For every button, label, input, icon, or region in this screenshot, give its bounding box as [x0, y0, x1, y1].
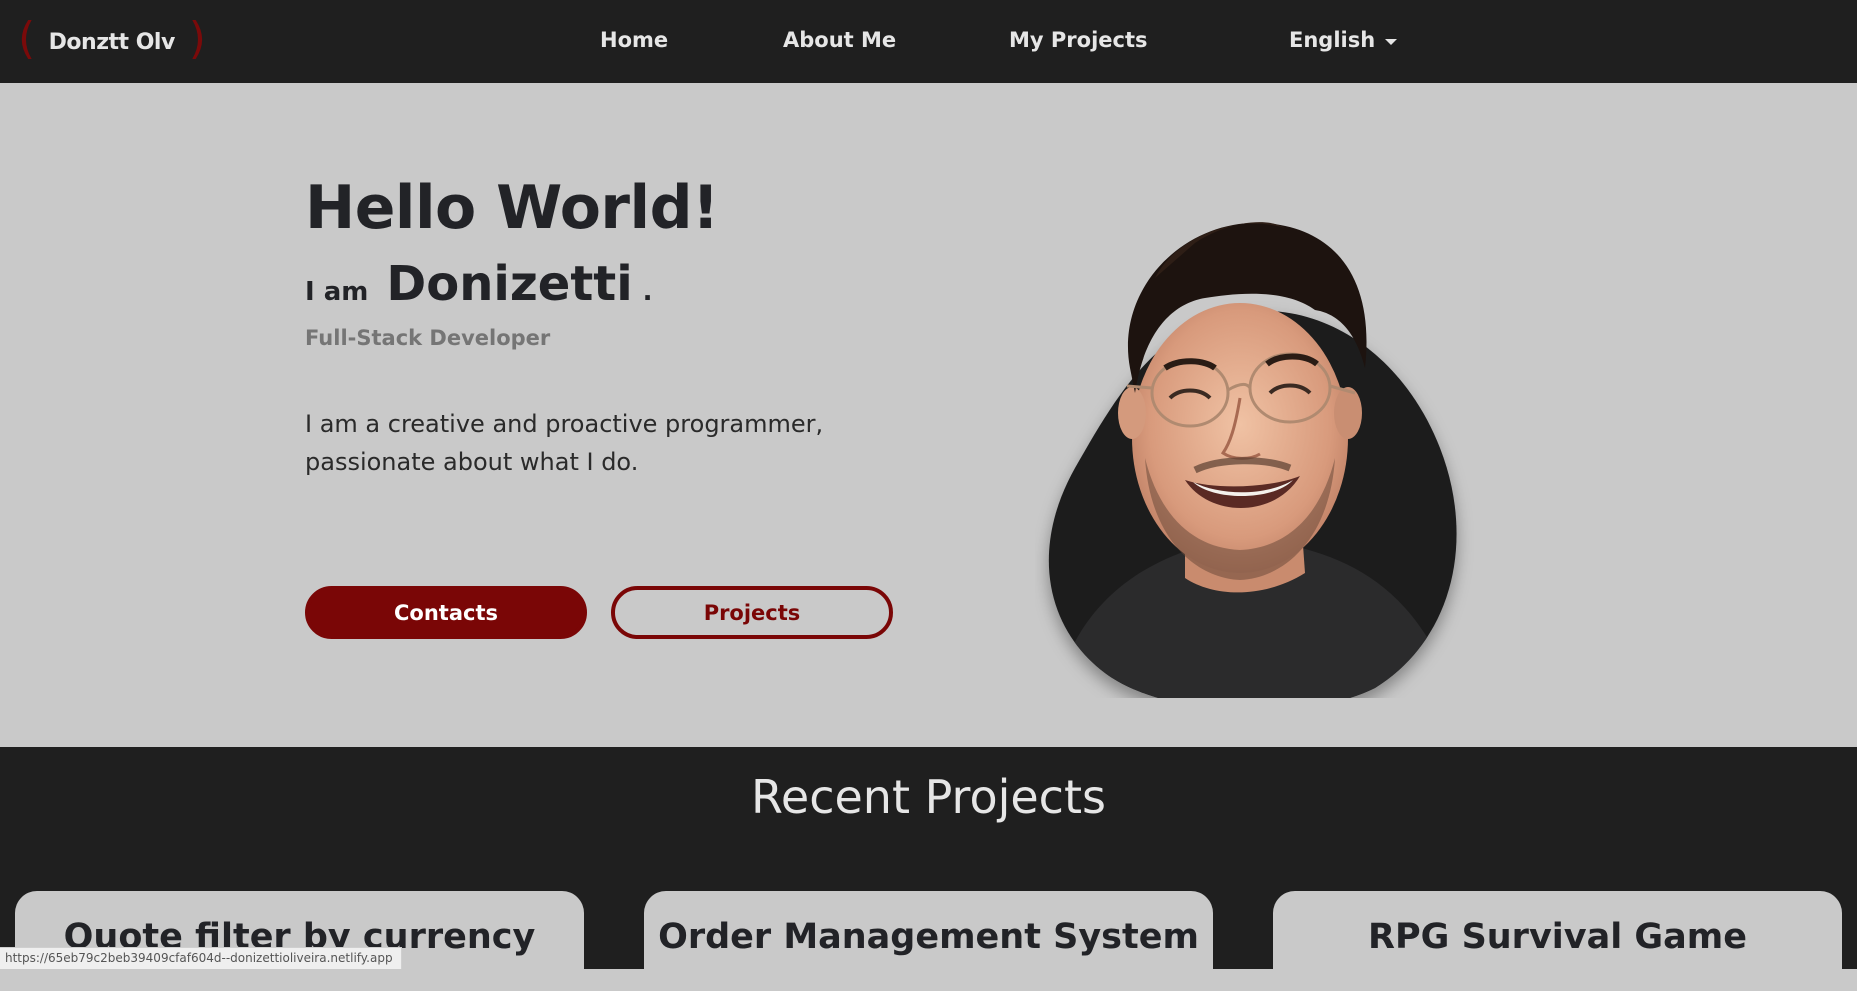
hero-bio-line1: I am a creative and proactive programmer… — [305, 410, 824, 438]
hero-intro: I am Donizetti . — [305, 256, 653, 312]
hero-role: Full-Stack Developer — [305, 326, 551, 350]
brand-name: Donztt Olv — [48, 29, 176, 55]
hero-dot: . — [642, 277, 653, 307]
bracket-right-icon: ) — [188, 13, 206, 64]
caret-down-icon — [1385, 39, 1398, 45]
nav-about-me[interactable]: About Me — [783, 28, 896, 52]
hero-greeting: Hello World! — [305, 173, 719, 243]
language-dropdown[interactable]: English — [1289, 28, 1398, 52]
brand-logo[interactable]: ( Donztt Olv ) — [18, 13, 206, 65]
project-card[interactable]: Quote filter by currency — [15, 891, 584, 991]
nav-my-projects[interactable]: My Projects — [1009, 28, 1148, 52]
project-card[interactable]: Order Management System — [644, 891, 1213, 991]
navbar: ( Donztt Olv ) Home About Me My Projects… — [0, 0, 1857, 83]
hero-name: Donizetti — [386, 256, 633, 312]
profile-photo — [1048, 222, 1457, 698]
bracket-left-icon: ( — [18, 13, 35, 64]
recent-projects-title: Recent Projects — [751, 770, 1106, 824]
recent-projects-section: Recent Projects Quote filter by currency… — [0, 747, 1857, 991]
projects-button[interactable]: Projects — [611, 586, 893, 639]
contacts-button[interactable]: Contacts — [305, 586, 587, 639]
hero-iam: I am — [305, 277, 369, 307]
nav-home[interactable]: Home — [600, 28, 668, 52]
hero-bio: I am a creative and proactive programmer… — [305, 405, 865, 481]
hero-bio-line2: passionate about what I do. — [305, 448, 639, 476]
project-card-title: Order Management System — [658, 917, 1199, 957]
language-label: English — [1289, 28, 1376, 52]
status-bar-url: https://65eb79c2beb39409cfaf604d--donize… — [0, 947, 402, 969]
project-card-title: RPG Survival Game — [1368, 917, 1747, 957]
hero-section: Hello World! I am Donizetti . Full-Stack… — [0, 83, 1857, 747]
project-card[interactable]: RPG Survival Game — [1273, 891, 1842, 991]
